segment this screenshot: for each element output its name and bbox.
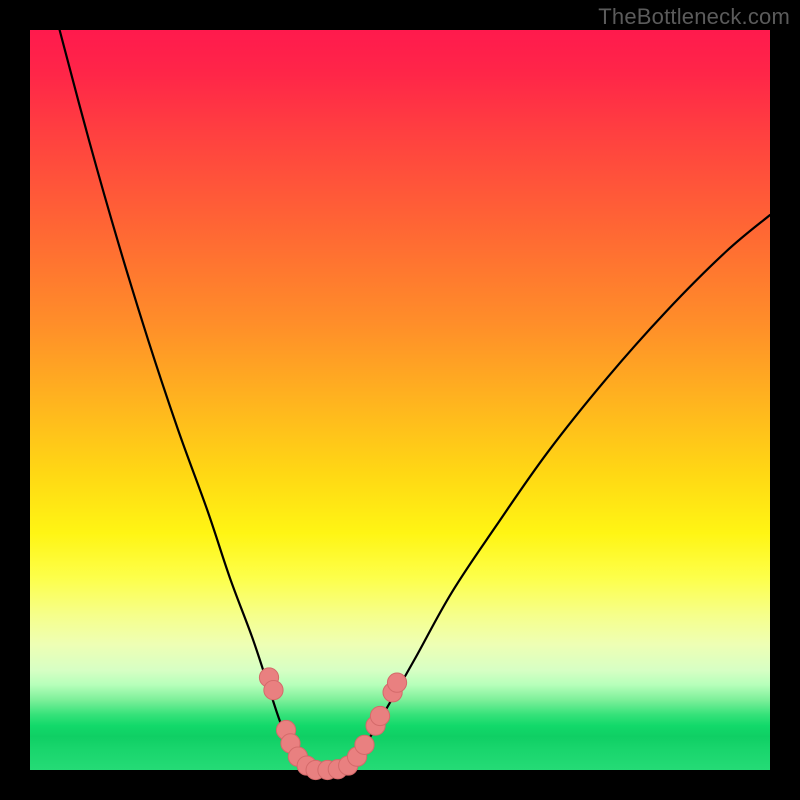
bead-marker xyxy=(355,735,374,754)
left-curve-path xyxy=(60,30,312,770)
curve-layer xyxy=(30,30,770,770)
bead-marker xyxy=(370,706,389,725)
watermark-text: TheBottleneck.com xyxy=(598,4,790,30)
bead-marker xyxy=(387,673,406,692)
plot-area xyxy=(30,30,770,770)
bead-marker xyxy=(264,680,283,699)
bead-marker-group xyxy=(259,668,406,780)
chart-container: TheBottleneck.com xyxy=(0,0,800,800)
